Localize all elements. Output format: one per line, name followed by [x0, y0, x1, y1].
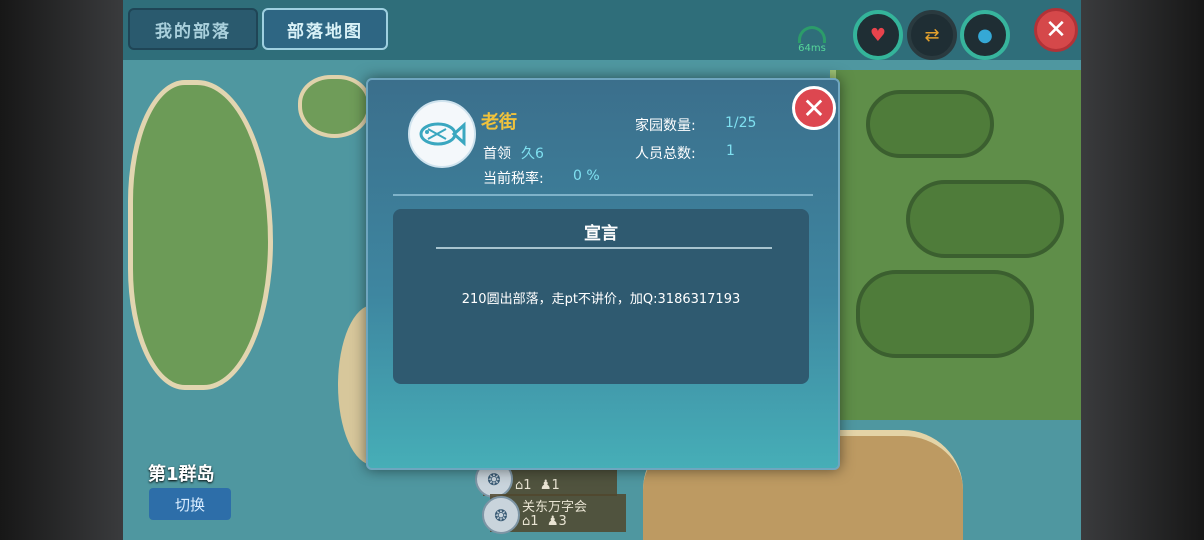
ping-value: 64ms [798, 43, 826, 54]
declaration-title: 宣言 [584, 224, 618, 244]
signal-icon [798, 26, 826, 43]
tribe-stats: ⌂1 ♟1 [515, 478, 560, 493]
tribe-stats: ⌂1 ♟3 [522, 514, 567, 529]
right-backdrop [1081, 0, 1204, 540]
tab-tribe-map[interactable]: 部落地图 [262, 8, 388, 50]
heart-island [298, 75, 371, 138]
declaration-divider [436, 247, 772, 249]
members-value: 1 [726, 143, 735, 159]
close-dialog-button[interactable]: ✕ [792, 86, 836, 130]
homes-value: 1/25 [725, 115, 757, 131]
heart-icon[interactable]: ♥ [853, 10, 903, 60]
swap-icon[interactable]: ⇄ [907, 10, 957, 60]
declaration-panel: 宣言 210圆出部落，走pt不讲价，加Q:3186317193 [393, 209, 809, 384]
leader-label: 首领 [483, 146, 511, 162]
homes-label: 家园数量: [635, 118, 696, 134]
tab-my-tribe[interactable]: 我的部落 [128, 8, 258, 50]
leader-value: 久6 [521, 146, 544, 162]
fish-emblem-icon [408, 100, 476, 168]
person-icon: ♟ [546, 514, 559, 529]
left-backdrop [0, 0, 123, 540]
tribe-name: 老街 [481, 112, 517, 133]
island-name: 第1群岛 [148, 464, 215, 485]
forest-area [830, 70, 1081, 420]
water-drop-icon[interactable]: ● [960, 10, 1010, 60]
tribe-name: 关东万字会 [522, 500, 588, 515]
tribe-info-dialog: ✕ 老街 首领 久6 当前税率: 0 % 家园数量: 1/25 人员总数: 1 … [366, 78, 840, 470]
left-island [128, 80, 273, 390]
declaration-text: 210圆出部落，走pt不讲价，加Q:3186317193 [461, 292, 741, 307]
network-status: 64ms [797, 26, 827, 54]
close-map-button[interactable]: ✕ [1034, 8, 1078, 52]
header-divider [393, 194, 813, 196]
person-icon: ♟ [539, 478, 552, 493]
tribe-avatar-icon: ❂ [482, 496, 520, 534]
tax-value: 0 % [573, 168, 600, 184]
tax-label: 当前税率: [483, 171, 544, 187]
map-tribe-marker[interactable]: ❂ 关东万字会 ⌂1 ♟3 [482, 494, 626, 534]
members-label: 人员总数: [635, 146, 696, 162]
switch-island-button[interactable]: 切换 [149, 488, 231, 520]
